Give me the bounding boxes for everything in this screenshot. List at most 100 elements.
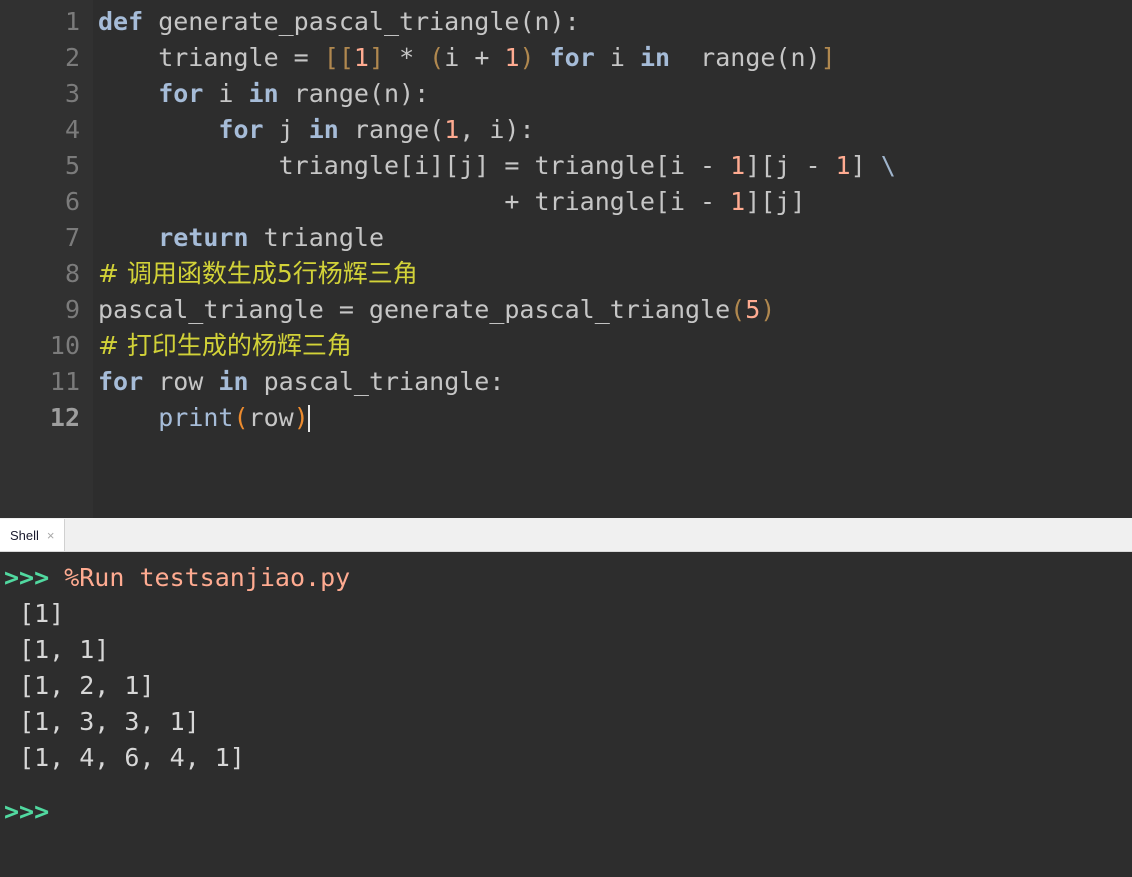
- token-line-continuation: \: [880, 151, 896, 180]
- token-paren: (: [730, 295, 746, 324]
- line-number: 2: [64, 43, 80, 72]
- line-number: 5: [64, 151, 80, 180]
- line-number-current: 12: [49, 403, 80, 432]
- shell-prompt: >>>: [4, 563, 50, 592]
- line-number: 3: [64, 79, 80, 108]
- token-keyword: for: [534, 43, 610, 72]
- token-name: pascal_triangle = generate_pascal_triang…: [98, 295, 731, 324]
- code-line-6: + triangle[i - 1][j]: [98, 184, 1132, 220]
- code-line-8: # 调用函数生成5行杨辉三角: [98, 256, 1132, 292]
- token-keyword: in: [218, 367, 249, 396]
- editor-line-number-gutter: 1 2 3 4 5 6 7 8 9 10 11 12: [0, 0, 93, 518]
- token-name: row: [248, 403, 294, 432]
- shell-output-line: [1]: [4, 599, 65, 628]
- code-line-9: pascal_triangle = generate_pascal_triang…: [98, 292, 1132, 328]
- shell-prompt: >>>: [4, 797, 50, 826]
- shell-input-line[interactable]: >>>: [4, 794, 1132, 830]
- token-name: ]: [850, 151, 881, 180]
- token-paren: (: [429, 43, 445, 72]
- code-line-10: # 打印生成的杨辉三角: [98, 328, 1132, 364]
- code-line-5: triangle[i][j] = triangle[i - 1][j - 1] …: [98, 148, 1132, 184]
- token-number: 1: [835, 151, 851, 180]
- token-name: range(n): [685, 43, 821, 72]
- token-keyword: for: [158, 79, 204, 108]
- line-number: 6: [64, 187, 80, 216]
- line-number: 7: [64, 223, 80, 252]
- code-line-3: for i in range(n):: [98, 76, 1132, 112]
- token-comment: # 打印生成的杨辉三角: [98, 331, 352, 360]
- token-bracket: ]: [820, 43, 836, 72]
- token-paren: ): [293, 403, 309, 432]
- shell-output-pane[interactable]: >>> %Run testsanjiao.py [1] [1, 1] [1, 2…: [0, 552, 1132, 877]
- token-keyword: in: [308, 115, 339, 144]
- line-number: 9: [64, 295, 80, 324]
- tab-shell[interactable]: Shell ×: [0, 519, 65, 551]
- shell-blank-line: [4, 776, 1132, 794]
- code-line-1: def generate_pascal_triangle(n):: [98, 4, 1132, 40]
- token-name: i +: [444, 43, 505, 72]
- token-number: 1: [730, 151, 746, 180]
- token-number: 1: [444, 115, 460, 144]
- thonny-window: 1 2 3 4 5 6 7 8 9 10 11 12 def generate_…: [0, 0, 1132, 877]
- token-operator: *: [384, 43, 430, 72]
- token-bracket: [[: [323, 43, 354, 72]
- token-name: ][j -: [745, 151, 836, 180]
- token-paren: ): [760, 295, 776, 324]
- code-editor-pane[interactable]: 1 2 3 4 5 6 7 8 9 10 11 12 def generate_…: [0, 0, 1132, 518]
- token-keyword: return: [158, 223, 249, 252]
- line-number: 11: [49, 367, 80, 396]
- token-comment: # 调用函数生成5行杨辉三角: [98, 259, 418, 288]
- token-keyword: for: [218, 115, 264, 144]
- line-number: 1: [64, 7, 80, 36]
- token-keyword: in: [624, 43, 686, 72]
- token-name: triangle[i][j] = triangle[i -: [278, 151, 731, 180]
- token-keyword: in: [248, 79, 279, 108]
- token-number: 5: [745, 295, 761, 324]
- close-icon[interactable]: ×: [47, 529, 55, 542]
- token-name: range(: [338, 115, 445, 144]
- token-paren: ): [519, 43, 535, 72]
- token-bracket: ]: [368, 43, 385, 72]
- token-name: range(n):: [278, 79, 430, 108]
- token-name: i: [203, 79, 249, 108]
- code-line-7: return triangle: [98, 220, 1132, 256]
- code-line-4: for j in range(1, i):: [98, 112, 1132, 148]
- token-name: triangle =: [98, 43, 324, 72]
- token-number: 1: [353, 43, 369, 72]
- bottom-panel-tabbar: Shell ×: [0, 518, 1132, 552]
- line-number: 10: [49, 331, 80, 360]
- code-line-11: for row in pascal_triangle:: [98, 364, 1132, 400]
- token-name: row: [143, 367, 219, 396]
- shell-output-line: [1, 3, 3, 1]: [4, 707, 200, 736]
- token-builtin: print: [158, 403, 234, 432]
- token-name: ][j]: [745, 187, 806, 216]
- token-name: triangle: [248, 223, 384, 252]
- token-name: , i):: [459, 115, 535, 144]
- token-name: j: [263, 115, 309, 144]
- token-paren: (: [233, 403, 249, 432]
- code-line-2: triangle = [[1] * (i + 1) for i in range…: [98, 40, 1132, 76]
- shell-output-line: [1, 4, 6, 4, 1]: [4, 743, 245, 772]
- shell-output-line: [1, 2, 1]: [4, 671, 155, 700]
- token-keyword: def: [98, 7, 144, 36]
- token-number: 1: [504, 43, 520, 72]
- token-name: i: [609, 43, 625, 72]
- line-number: 8: [64, 259, 80, 288]
- token-name: pascal_triangle:: [248, 367, 505, 396]
- shell-output-line: [1, 1]: [4, 635, 110, 664]
- code-line-12: print(row): [98, 400, 1132, 436]
- line-number: 4: [64, 115, 80, 144]
- code-text-area[interactable]: def generate_pascal_triangle(n): triangl…: [93, 0, 1132, 518]
- token-number: 1: [730, 187, 746, 216]
- token-keyword: for: [98, 367, 144, 396]
- text-cursor: [307, 405, 310, 432]
- token-name: generate_pascal_triangle(n):: [143, 7, 580, 36]
- token-name: + triangle[i -: [504, 187, 731, 216]
- shell-run-command: %Run testsanjiao.py: [49, 563, 351, 592]
